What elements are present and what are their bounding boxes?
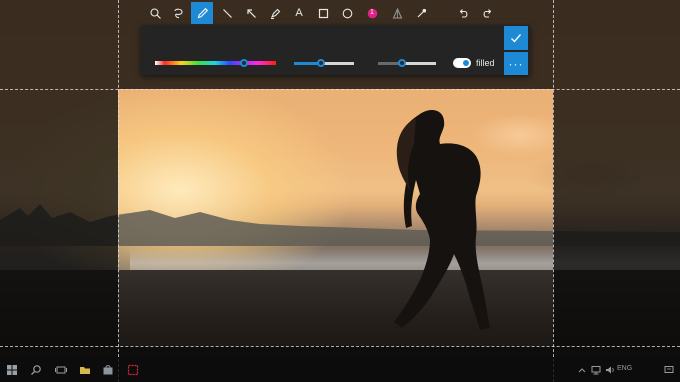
filled-toggle[interactable] <box>453 58 471 68</box>
color-slider[interactable] <box>155 61 276 65</box>
windows-start-icon[interactable] <box>6 363 18 375</box>
notifications-icon[interactable] <box>663 363 675 375</box>
woman-silhouette <box>394 110 490 330</box>
step-number-label: 1 <box>370 9 374 16</box>
network-icon[interactable] <box>590 363 602 375</box>
line-icon[interactable] <box>216 2 238 24</box>
chevron-up-icon[interactable] <box>576 363 588 375</box>
marker-icon[interactable] <box>264 2 286 24</box>
store-icon[interactable] <box>102 363 114 375</box>
step-number-tool[interactable]: 1 <box>361 2 383 24</box>
check-icon <box>511 34 522 43</box>
rectangle-icon[interactable] <box>312 2 334 24</box>
ellipse-icon[interactable] <box>336 2 358 24</box>
task-view-icon[interactable] <box>55 363 67 375</box>
more-options-button[interactable]: ··· <box>504 52 528 75</box>
opacity-slider[interactable] <box>378 62 436 65</box>
zoom-icon[interactable] <box>144 2 166 24</box>
undo-icon[interactable] <box>452 2 474 24</box>
dim-overlay-right <box>553 89 680 346</box>
redo-icon[interactable] <box>476 2 498 24</box>
confirm-button[interactable] <box>504 26 528 50</box>
lasso-icon[interactable] <box>167 2 189 24</box>
screenshot-app-icon[interactable] <box>127 363 139 376</box>
text-tool-label: A <box>295 7 303 19</box>
selection-guide-left[interactable] <box>118 0 119 382</box>
selection-guide-right[interactable] <box>553 0 554 382</box>
pen-icon[interactable] <box>191 2 213 24</box>
color-slider-knob[interactable] <box>239 59 248 67</box>
blur-icon[interactable] <box>386 2 408 24</box>
dim-overlay-left <box>0 89 118 346</box>
annotation-toolbar <box>141 25 530 75</box>
text-tool[interactable]: A <box>288 2 310 24</box>
selection-guide-bottom[interactable] <box>0 346 680 347</box>
arrow-icon[interactable] <box>240 2 262 24</box>
size-slider-knob[interactable] <box>317 59 325 67</box>
color-picker-icon[interactable] <box>410 2 432 24</box>
taskbar: ENG <box>0 357 680 382</box>
volume-icon[interactable] <box>604 363 616 375</box>
filled-toggle-label: filled <box>476 58 495 68</box>
search-icon[interactable] <box>30 363 42 375</box>
language-indicator[interactable]: ENG <box>617 365 632 372</box>
selection-guide-top[interactable] <box>0 89 680 90</box>
file-explorer-icon[interactable] <box>79 363 91 375</box>
